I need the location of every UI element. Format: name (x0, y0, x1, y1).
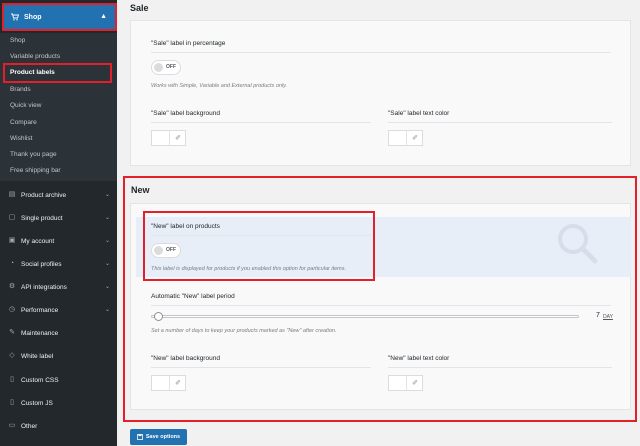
divider (388, 367, 612, 368)
chevron-down-icon: ⌄ (104, 238, 110, 244)
sale-text-color-picker[interactable]: ✐ (388, 130, 423, 146)
tag-icon: ◇ (9, 352, 15, 359)
sidebar-item-shop[interactable]: Shop ▲ (2, 3, 117, 31)
sale-section-title: Sale (130, 3, 149, 13)
divider (151, 122, 371, 123)
submenu-item-brands[interactable]: Brands (10, 85, 31, 94)
submenu-item-shop[interactable]: Shop (10, 36, 25, 45)
js-icon: ▯ (10, 399, 14, 406)
divider (151, 367, 371, 368)
divider (151, 305, 611, 306)
sale-percentage-description: Works with Simple, Variable and External… (151, 83, 288, 89)
save-button-label: Save options (145, 434, 181, 440)
admin-sidebar: Shop ▲ Shop Variable products Product la… (0, 0, 117, 446)
divider (388, 122, 612, 123)
sidebar-item-custom-css[interactable]: ▯ Custom CSS (0, 369, 117, 391)
sidebar-item-product-archive[interactable]: ▤ Product archive ⌄ (0, 184, 117, 206)
sidebar-item-my-account[interactable]: ▣ My account ⌄ (0, 230, 117, 252)
search-icon (558, 224, 598, 264)
new-text-color-label: "New" label text color (388, 355, 450, 362)
divider (151, 52, 611, 53)
chevron-up-icon[interactable]: ▲ (100, 13, 107, 20)
highlight-box (3, 63, 112, 83)
new-period-label: Automatic "New" label period (151, 293, 235, 300)
sidebar-item-maintenance[interactable]: ✎ Maintenance (0, 322, 117, 344)
sidebar-item-social-profiles[interactable]: ◔ Social profiles ⌄ (0, 253, 117, 275)
sidebar-item-label: API integrations (21, 283, 67, 291)
submenu-item-free-shipping-bar[interactable]: Free shipping bar (10, 166, 61, 175)
new-text-color-picker[interactable]: ✐ (388, 375, 423, 391)
new-period-value: 7 (596, 312, 600, 319)
color-swatch (152, 376, 170, 390)
new-period-description: Set a number of days to keep your produc… (151, 328, 337, 334)
new-period-slider-track[interactable] (151, 315, 579, 318)
new-period-unit[interactable]: DAY (603, 314, 613, 320)
performance-icon: ◷ (8, 306, 16, 313)
new-label-option-highlight (143, 211, 375, 281)
sale-background-picker[interactable]: ✐ (151, 130, 186, 146)
sidebar-item-label: Custom JS (21, 399, 53, 407)
sidebar-item-label: Social profiles (21, 260, 62, 268)
eyedropper-icon: ✐ (175, 380, 181, 387)
color-swatch (152, 131, 170, 145)
sidebar-item-custom-js[interactable]: ▯ Custom JS (0, 392, 117, 414)
wrench-icon: ✎ (9, 329, 15, 336)
sale-percentage-toggle[interactable]: OFF (151, 60, 181, 75)
sidebar-item-label: Custom CSS (21, 376, 59, 384)
api-icon: ⚙ (8, 283, 16, 290)
submenu-item-variable-products[interactable]: Variable products (10, 52, 60, 61)
eyedropper-icon: ✐ (412, 380, 418, 387)
sidebar-item-single-product[interactable]: ▢ Single product ⌄ (0, 207, 117, 229)
new-background-picker[interactable]: ✐ (151, 375, 186, 391)
sale-text-color-label: "Sale" label text color (388, 110, 450, 117)
chevron-down-icon: ⌄ (104, 261, 110, 267)
color-swatch (389, 376, 407, 390)
cart-icon (11, 13, 19, 21)
submenu-item-quick-view[interactable]: Quick view (10, 101, 41, 110)
submenu-item-thank-you-page[interactable]: Thank you page (10, 150, 57, 159)
sidebar-item-label: My account (21, 237, 55, 245)
sidebar-item-other[interactable]: ▭ Other (0, 415, 117, 437)
save-icon (136, 434, 143, 440)
sale-panel: "Sale" label in percentage OFF Works wit… (130, 20, 631, 166)
sidebar-item-label: White label (21, 352, 54, 360)
sale-background-label: "Sale" label background (151, 110, 220, 117)
new-period-slider-thumb[interactable] (154, 312, 163, 321)
sidebar-item-label: Single product (21, 214, 63, 222)
save-options-button[interactable]: Save options (130, 429, 187, 445)
sidebar-item-api-integrations[interactable]: ⚙ API integrations ⌄ (0, 276, 117, 298)
eyedropper-icon: ✐ (175, 135, 181, 142)
chevron-down-icon: ⌄ (104, 284, 110, 290)
sidebar-item-label: Product archive (21, 191, 67, 199)
css-icon: ▯ (10, 376, 14, 383)
other-icon: ▭ (8, 422, 16, 429)
chevron-down-icon: ⌄ (104, 192, 110, 198)
sale-percentage-label: "Sale" label in percentage (151, 40, 226, 47)
eyedropper-icon: ✐ (412, 135, 418, 142)
submenu-item-wishlist[interactable]: Wishlist (10, 134, 32, 143)
new-section-title: New (131, 185, 150, 195)
social-icon: ◔ (9, 260, 15, 267)
toggle-knob (154, 63, 163, 72)
sidebar-item-performance[interactable]: ◷ Performance ⌄ (0, 299, 117, 321)
shop-submenu: Shop Variable products Product labels Br… (0, 33, 117, 181)
sidebar-item-label: Other (21, 422, 38, 430)
sidebar-item-white-label[interactable]: ◇ White label (0, 345, 117, 367)
chevron-down-icon: ⌄ (104, 307, 110, 313)
new-background-label: "New" label background (151, 355, 220, 362)
sidebar-item-label: Performance (21, 306, 59, 314)
submenu-item-compare[interactable]: Compare (10, 118, 37, 127)
chevron-down-icon: ⌄ (104, 215, 110, 221)
sidebar-item-label: Maintenance (21, 329, 59, 337)
account-icon: ▣ (8, 237, 16, 244)
toggle-state: OFF (166, 64, 176, 70)
lock-icon: ▢ (8, 214, 16, 221)
sidebar-item-label: Shop (24, 13, 42, 21)
archive-icon: ▤ (8, 191, 16, 198)
color-swatch (389, 131, 407, 145)
